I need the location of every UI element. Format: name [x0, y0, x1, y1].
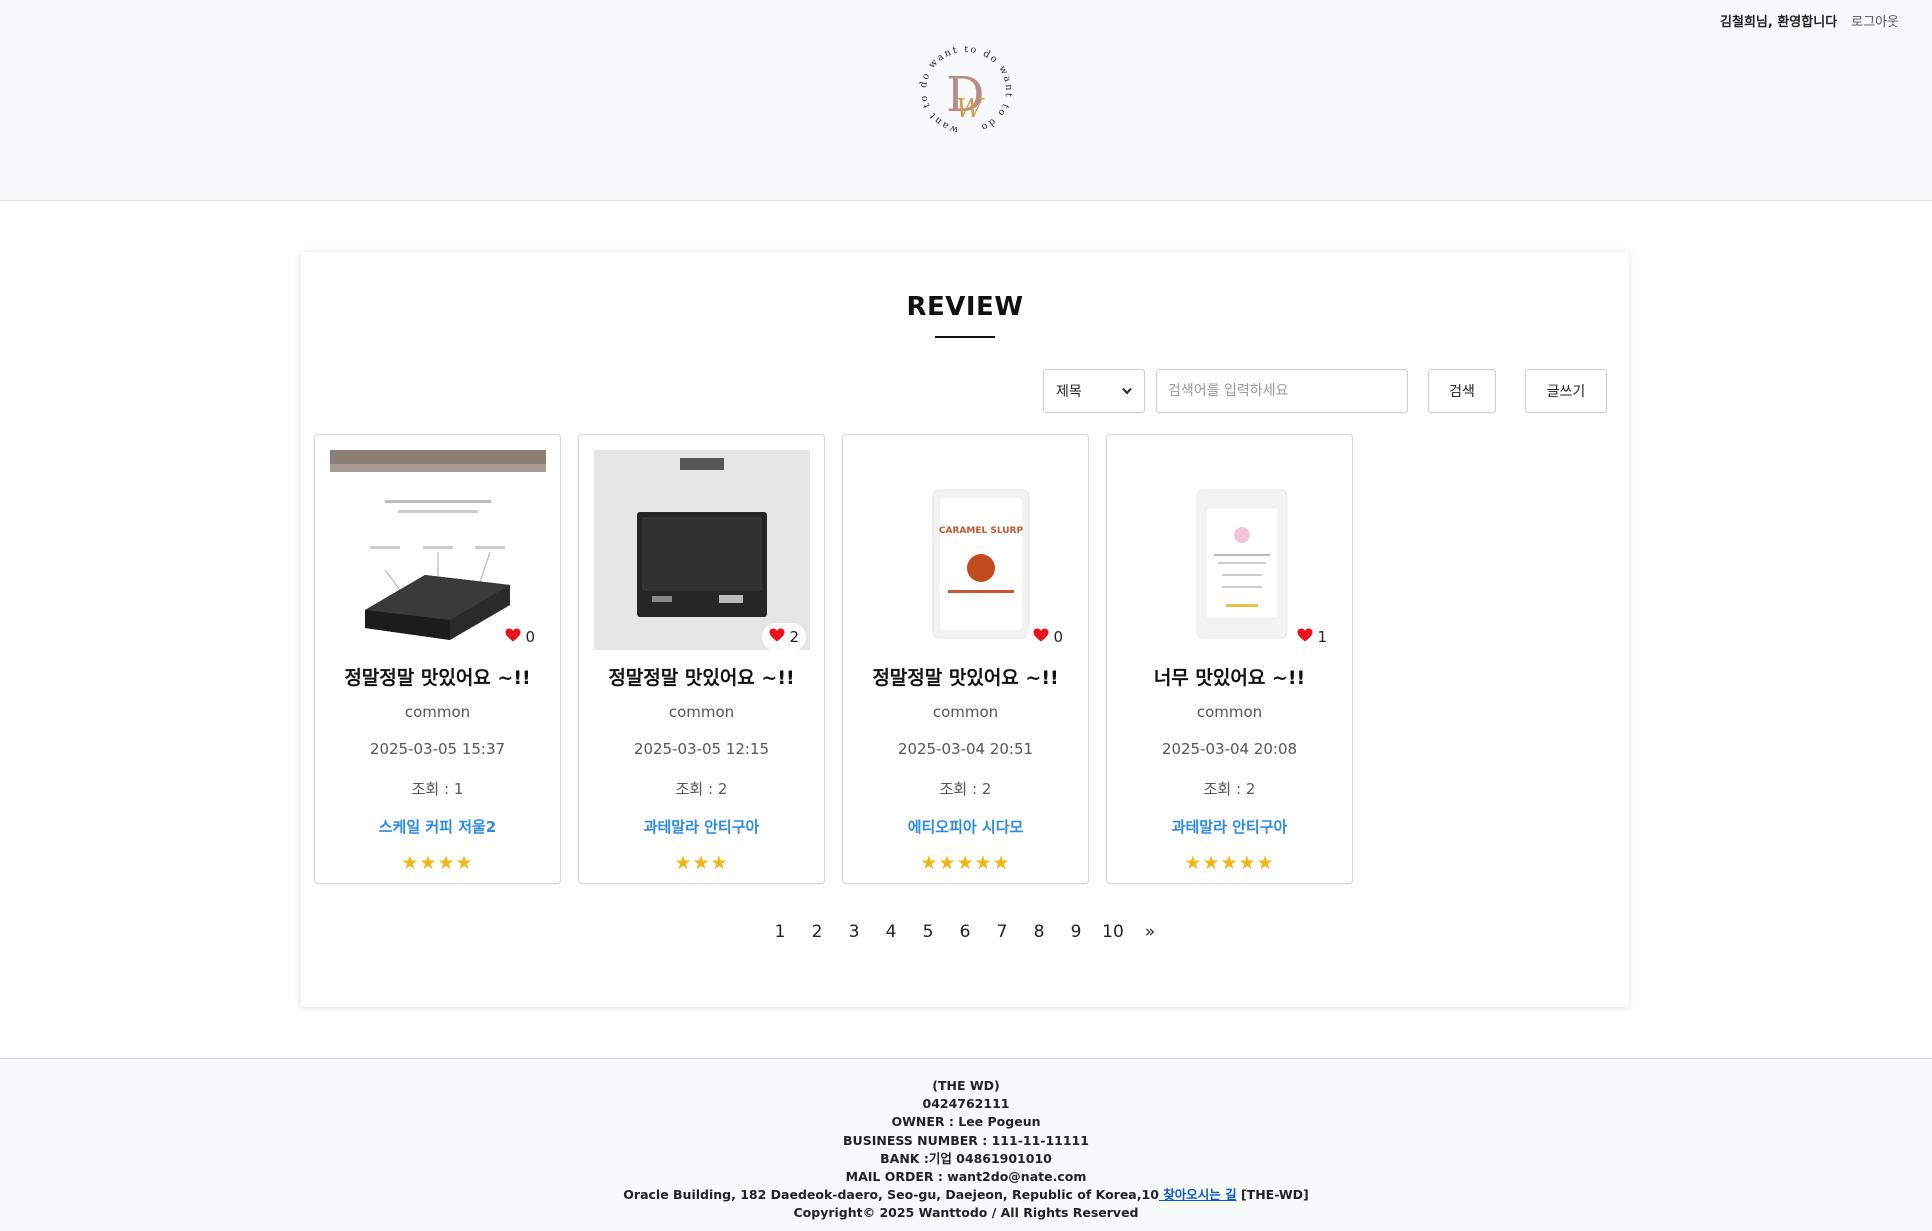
- card-date: 2025-03-05 12:15: [633, 740, 770, 758]
- rating-stars: ★★★★★: [1184, 852, 1275, 874]
- review-thumbnail[interactable]: CARAMEL SLURP: [858, 450, 1074, 650]
- footer-phone: 0424762111: [922, 1096, 1010, 1112]
- footer-address-suffix: [THE-WD]: [1236, 1187, 1309, 1203]
- rating-stars: ★★★★★: [920, 852, 1011, 874]
- card-views: 조회 : 2: [1203, 780, 1256, 798]
- like-badge[interactable]: 0: [498, 623, 542, 651]
- footer-owner: OWNER : Lee Pogeun: [891, 1114, 1041, 1130]
- footer-copyright: Copyright© 2025 Wanttodo / All Rights Re…: [793, 1205, 1139, 1221]
- write-button[interactable]: 글쓰기: [1525, 369, 1607, 413]
- review-card[interactable]: CARAMEL SLURP 0 정말정말 맛있어요 ~!! common 202…: [842, 434, 1089, 884]
- card-views: 조회 : 2: [939, 780, 992, 798]
- page-link-6[interactable]: 6: [947, 922, 984, 942]
- search-type-select[interactable]: 제목: [1043, 369, 1145, 413]
- site-header: 김철희님, 환영합니다 로그아웃 want to do want to do w…: [0, 0, 1932, 201]
- like-badge[interactable]: 0: [1026, 623, 1070, 651]
- footer-address-line: Oracle Building, 182 Daedeok-daero, Seo-…: [0, 1186, 1932, 1204]
- page-link-4[interactable]: 4: [873, 922, 910, 942]
- page-link-7[interactable]: 7: [984, 922, 1021, 942]
- page-link-10[interactable]: 10: [1095, 922, 1132, 942]
- footer-company: (THE WD): [932, 1078, 1000, 1093]
- site-footer: (THE WD) 0424762111 OWNER : Lee Pogeun B…: [0, 1058, 1932, 1231]
- like-count: 0: [525, 628, 535, 646]
- card-title[interactable]: 정말정말 맛있어요 ~!!: [843, 663, 1088, 690]
- page-link-2[interactable]: 2: [799, 922, 836, 942]
- heart-icon: [1033, 628, 1049, 646]
- like-badge[interactable]: 2: [762, 623, 806, 651]
- review-panel: REVIEW 제목 검색 글쓰기: [301, 252, 1629, 1007]
- heart-icon: [1297, 628, 1313, 646]
- chevron-down-icon: [1122, 383, 1132, 399]
- logo-letter-w: W: [956, 94, 985, 124]
- pagination: 1 2 3 4 5 6 7 8 9 10 »: [301, 922, 1629, 942]
- card-writer: common: [404, 703, 471, 721]
- footer-address: Oracle Building, 182 Daedeok-daero, Seo-…: [623, 1187, 1159, 1203]
- brand-logo[interactable]: want to do want to do want to do D W: [910, 46, 1022, 138]
- footer-business-number: BUSINESS NUMBER : 111-11-11111: [843, 1132, 1089, 1148]
- review-thumbnail[interactable]: [330, 450, 546, 650]
- card-product-link[interactable]: 스케일 커피 저울2: [315, 816, 560, 837]
- directions-link[interactable]: 찾아오시는 길: [1159, 1187, 1236, 1202]
- card-views: 조회 : 2: [675, 780, 728, 798]
- heart-icon: [769, 628, 785, 646]
- card-product-link[interactable]: 과테말라 안티구아: [579, 816, 824, 837]
- page-link-1[interactable]: 1: [762, 922, 799, 942]
- heart-icon: [505, 628, 521, 646]
- review-card[interactable]: 0 정말정말 맛있어요 ~!! common 2025-03-05 15:37 …: [314, 434, 561, 884]
- page-link-9[interactable]: 9: [1058, 922, 1095, 942]
- card-views: 조회 : 1: [411, 780, 464, 798]
- card-writer: common: [668, 703, 735, 721]
- title-underline: [935, 336, 995, 338]
- welcome-text: 김철희님, 환영합니다: [1720, 15, 1838, 30]
- search-type-value: 제목: [1056, 384, 1082, 400]
- user-area: 김철희님, 환영합니다 로그아웃: [1720, 11, 1899, 30]
- like-count: 2: [789, 628, 799, 646]
- like-count: 0: [1053, 628, 1063, 646]
- rating-stars: ★★★: [674, 852, 729, 874]
- card-title[interactable]: 정말정말 맛있어요 ~!!: [315, 663, 560, 690]
- rating-stars: ★★★★: [401, 852, 474, 874]
- card-date: 2025-03-04 20:08: [1161, 740, 1298, 758]
- review-thumbnail[interactable]: [1122, 450, 1338, 650]
- card-product-link[interactable]: 에티오피아 시다모: [843, 816, 1088, 837]
- card-product-link[interactable]: 과테말라 안티구아: [1107, 816, 1352, 837]
- card-title[interactable]: 정말정말 맛있어요 ~!!: [579, 663, 824, 690]
- card-title[interactable]: 너무 맛있어요 ~!!: [1107, 663, 1352, 690]
- review-thumbnail[interactable]: [594, 450, 810, 650]
- search-button[interactable]: 검색: [1428, 369, 1496, 413]
- review-card[interactable]: 1 너무 맛있어요 ~!! common 2025-03-04 20:08 조회…: [1106, 434, 1353, 884]
- footer-mail: MAIL ORDER : want2do@nate.com: [845, 1169, 1087, 1185]
- page-link-5[interactable]: 5: [910, 922, 947, 942]
- logout-link[interactable]: 로그아웃: [1851, 11, 1899, 30]
- next-page-link[interactable]: »: [1132, 922, 1169, 942]
- page-link-3[interactable]: 3: [836, 922, 873, 942]
- card-writer: common: [1196, 703, 1263, 721]
- like-badge[interactable]: 1: [1290, 623, 1334, 651]
- card-date: 2025-03-04 20:51: [897, 740, 1034, 758]
- review-card[interactable]: 2 정말정말 맛있어요 ~!! common 2025-03-05 12:15 …: [578, 434, 825, 884]
- page-link-8[interactable]: 8: [1021, 922, 1058, 942]
- card-writer: common: [932, 703, 999, 721]
- search-input[interactable]: [1156, 369, 1408, 413]
- footer-bank: BANK :기업 04861901010: [880, 1150, 1052, 1166]
- page-title: REVIEW: [906, 292, 1024, 322]
- like-count: 1: [1317, 628, 1327, 646]
- caramel-bag-label: CARAMEL SLURP: [939, 526, 1024, 536]
- card-date: 2025-03-05 15:37: [369, 740, 506, 758]
